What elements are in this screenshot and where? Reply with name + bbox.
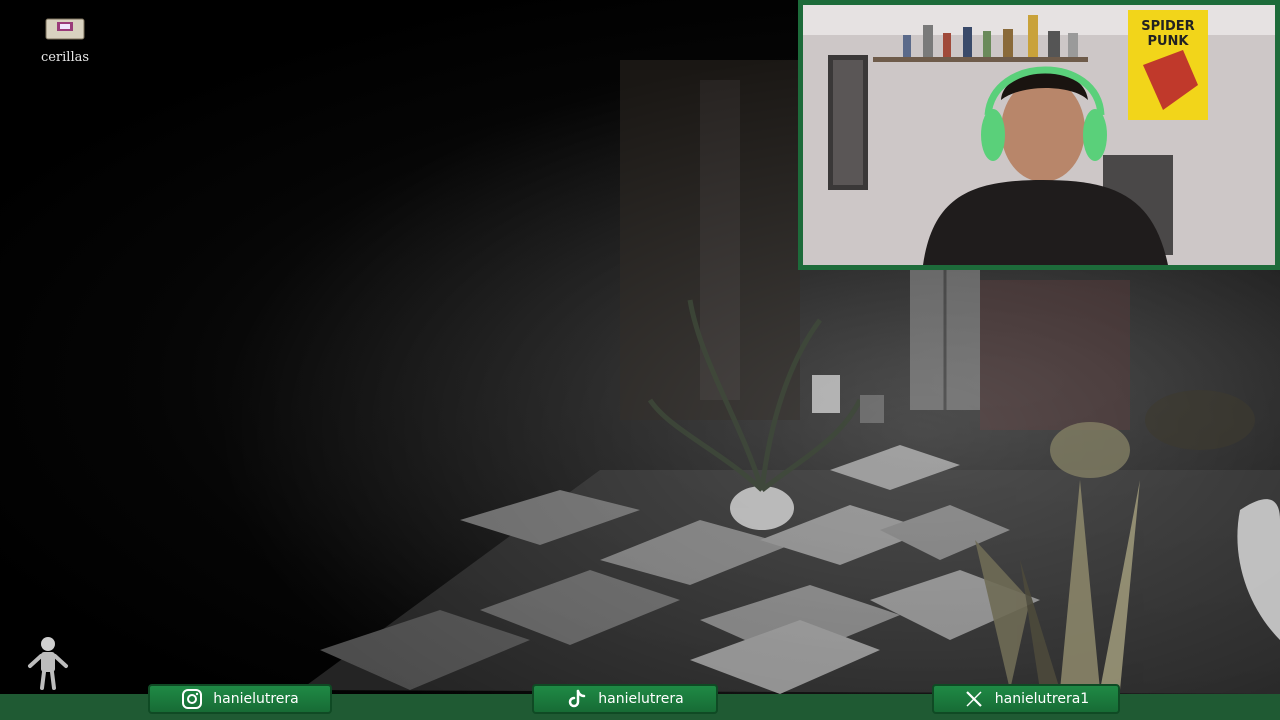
poster-text-line-1: SPIDER (1141, 19, 1194, 34)
player-figure-icon (24, 634, 72, 692)
x-icon (963, 688, 985, 710)
webcam-overlay: SPIDER PUNK (798, 0, 1280, 270)
webcam-feed: SPIDER PUNK (803, 5, 1275, 265)
x-handle: hanielutrera1 (994, 691, 1090, 707)
social-pill-tiktok[interactable]: hanielutrera (532, 684, 718, 714)
tiktok-handle: hanielutrera (598, 691, 684, 707)
matchbox-icon (45, 18, 85, 40)
inventory-item: cerillas (30, 18, 100, 65)
tiktok-icon (566, 688, 588, 710)
instagram-icon (181, 688, 203, 710)
inventory-item-label: cerillas (40, 50, 90, 65)
poster-text-line-2: PUNK (1147, 34, 1189, 49)
social-pill-instagram[interactable]: hanielutrera (148, 684, 332, 714)
instagram-handle: hanielutrera (213, 691, 299, 707)
social-pill-x[interactable]: hanielutrera1 (932, 684, 1120, 714)
